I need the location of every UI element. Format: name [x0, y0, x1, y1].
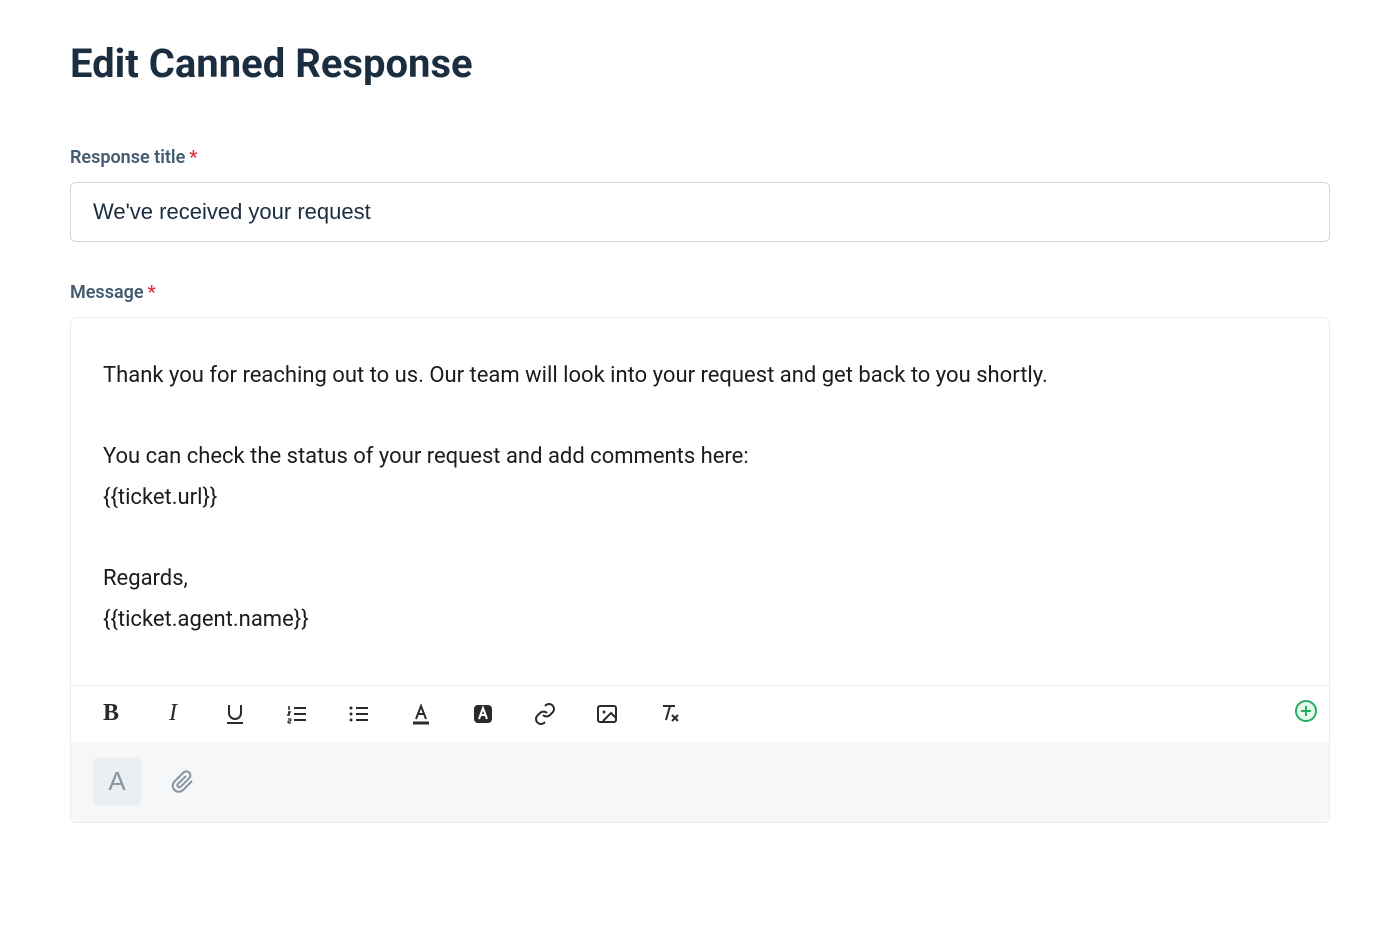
highlight-icon [471, 702, 495, 726]
text-color-button[interactable] [407, 700, 435, 728]
italic-icon: I [169, 700, 177, 727]
link-icon [533, 702, 557, 726]
ordered-list-button[interactable] [283, 700, 311, 728]
bold-button[interactable]: B [97, 700, 125, 728]
link-button[interactable] [531, 700, 559, 728]
bold-icon: B [103, 700, 119, 727]
required-asterisk-icon: * [189, 147, 197, 168]
unordered-list-icon [347, 702, 371, 726]
unordered-list-button[interactable] [345, 700, 373, 728]
page-title: Edit Canned Response [70, 40, 1330, 87]
italic-button[interactable]: I [159, 700, 187, 728]
message-editor: Thank you for reaching out to us. Our te… [70, 317, 1330, 823]
highlight-button[interactable] [469, 700, 497, 728]
required-asterisk-icon: * [148, 282, 156, 303]
editor-footer: A [71, 742, 1329, 822]
editor-toolbar: B I [71, 685, 1329, 742]
response-title-label: Response title * [70, 147, 1330, 168]
underline-button[interactable] [221, 700, 249, 728]
image-button[interactable] [593, 700, 621, 728]
message-label-text: Message [70, 282, 144, 303]
message-label: Message * [70, 282, 1330, 303]
ordered-list-icon [285, 702, 309, 726]
format-toggle-icon: A [108, 766, 125, 797]
underline-icon [223, 702, 247, 726]
insert-placeholder-button[interactable] [1295, 700, 1317, 722]
clear-format-button[interactable] [655, 700, 683, 728]
format-toggle-button[interactable]: A [93, 758, 141, 806]
paperclip-icon [171, 770, 195, 794]
plus-icon [1300, 705, 1312, 717]
response-title-input[interactable] [70, 182, 1330, 242]
message-editor-content[interactable]: Thank you for reaching out to us. Our te… [71, 318, 1329, 685]
response-title-label-text: Response title [70, 147, 185, 168]
clear-format-icon [657, 702, 681, 726]
image-icon [595, 702, 619, 726]
attachment-button[interactable] [159, 758, 207, 806]
text-color-icon [409, 702, 433, 726]
